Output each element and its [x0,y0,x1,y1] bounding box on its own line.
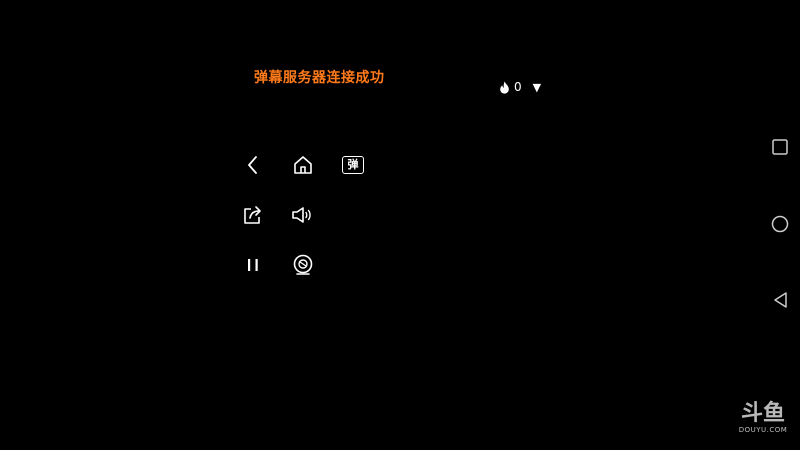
pause-button[interactable] [236,248,270,282]
share-button[interactable] [236,198,270,232]
system-recents-button[interactable] [765,132,795,162]
home-icon [294,156,312,174]
video-player-screen[interactable]: 弹幕服务器连接成功 0 ▼ 弹 斗鱼 DOUYU.COM [0,0,800,450]
danmaku-connected-toast: 弹幕服务器连接成功 [254,70,385,86]
douyu-domain: DOUYU.COM [738,426,788,434]
heat-count: 0 [514,80,522,94]
triangle-back-icon [774,292,787,308]
heat-counter[interactable]: 0 ▼ [499,80,541,94]
camera-button[interactable] [286,248,320,282]
douyu-watermark: 斗鱼 DOUYU.COM [732,402,794,435]
circle-home-icon [771,215,789,233]
volume-icon [292,207,311,223]
flame-icon [500,81,509,94]
danmaku-toggle-label: 弹 [342,156,364,174]
system-back-button[interactable] [765,285,795,315]
pause-icon [248,259,258,271]
back-button[interactable] [236,148,270,182]
danmaku-toggle-button[interactable]: 弹 [336,148,370,182]
square-recents-icon [772,139,788,155]
share-icon [244,206,261,224]
camera-icon [293,254,313,275]
caret-down-icon[interactable]: ▼ [533,82,541,93]
volume-button[interactable] [286,198,320,232]
douyu-logo-text: 斗鱼 [740,401,785,426]
back-chevron-icon [248,156,257,174]
system-home-button[interactable] [765,209,795,239]
home-button[interactable] [286,148,320,182]
